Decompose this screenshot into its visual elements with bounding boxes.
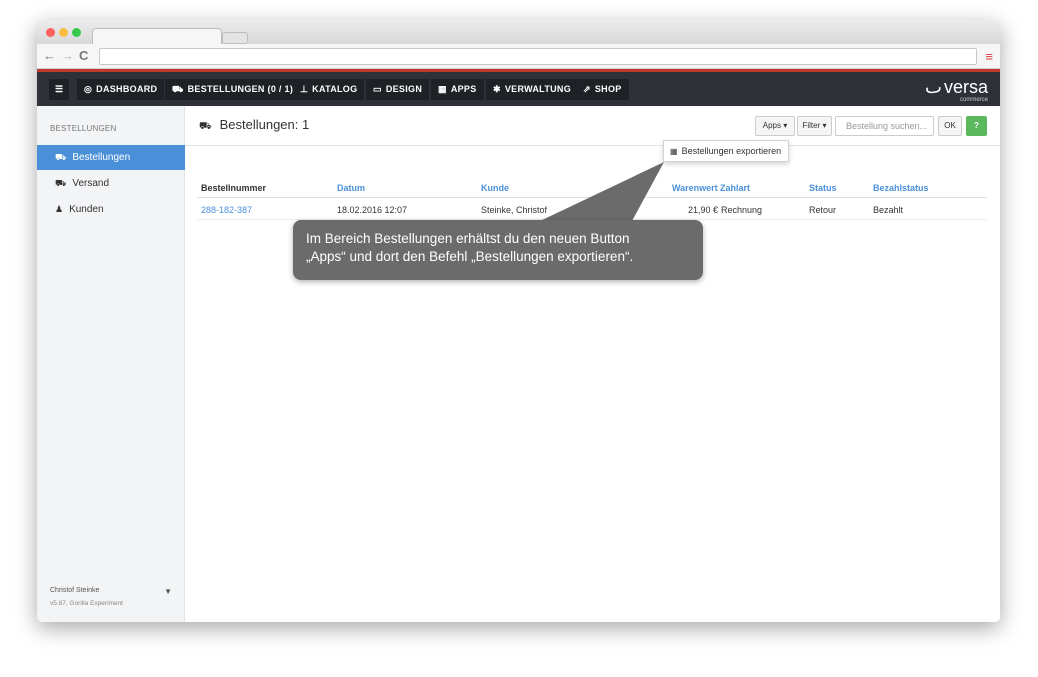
callout-line-2: „Apps“ und dort den Befehl „Bestellungen… (306, 249, 634, 264)
tutorial-callout: Im Bereich Bestellungen erhältst du den … (293, 220, 703, 280)
callout-pointer (540, 162, 664, 221)
callout-line-1: Im Bereich Bestellungen erhältst du den … (306, 231, 630, 246)
